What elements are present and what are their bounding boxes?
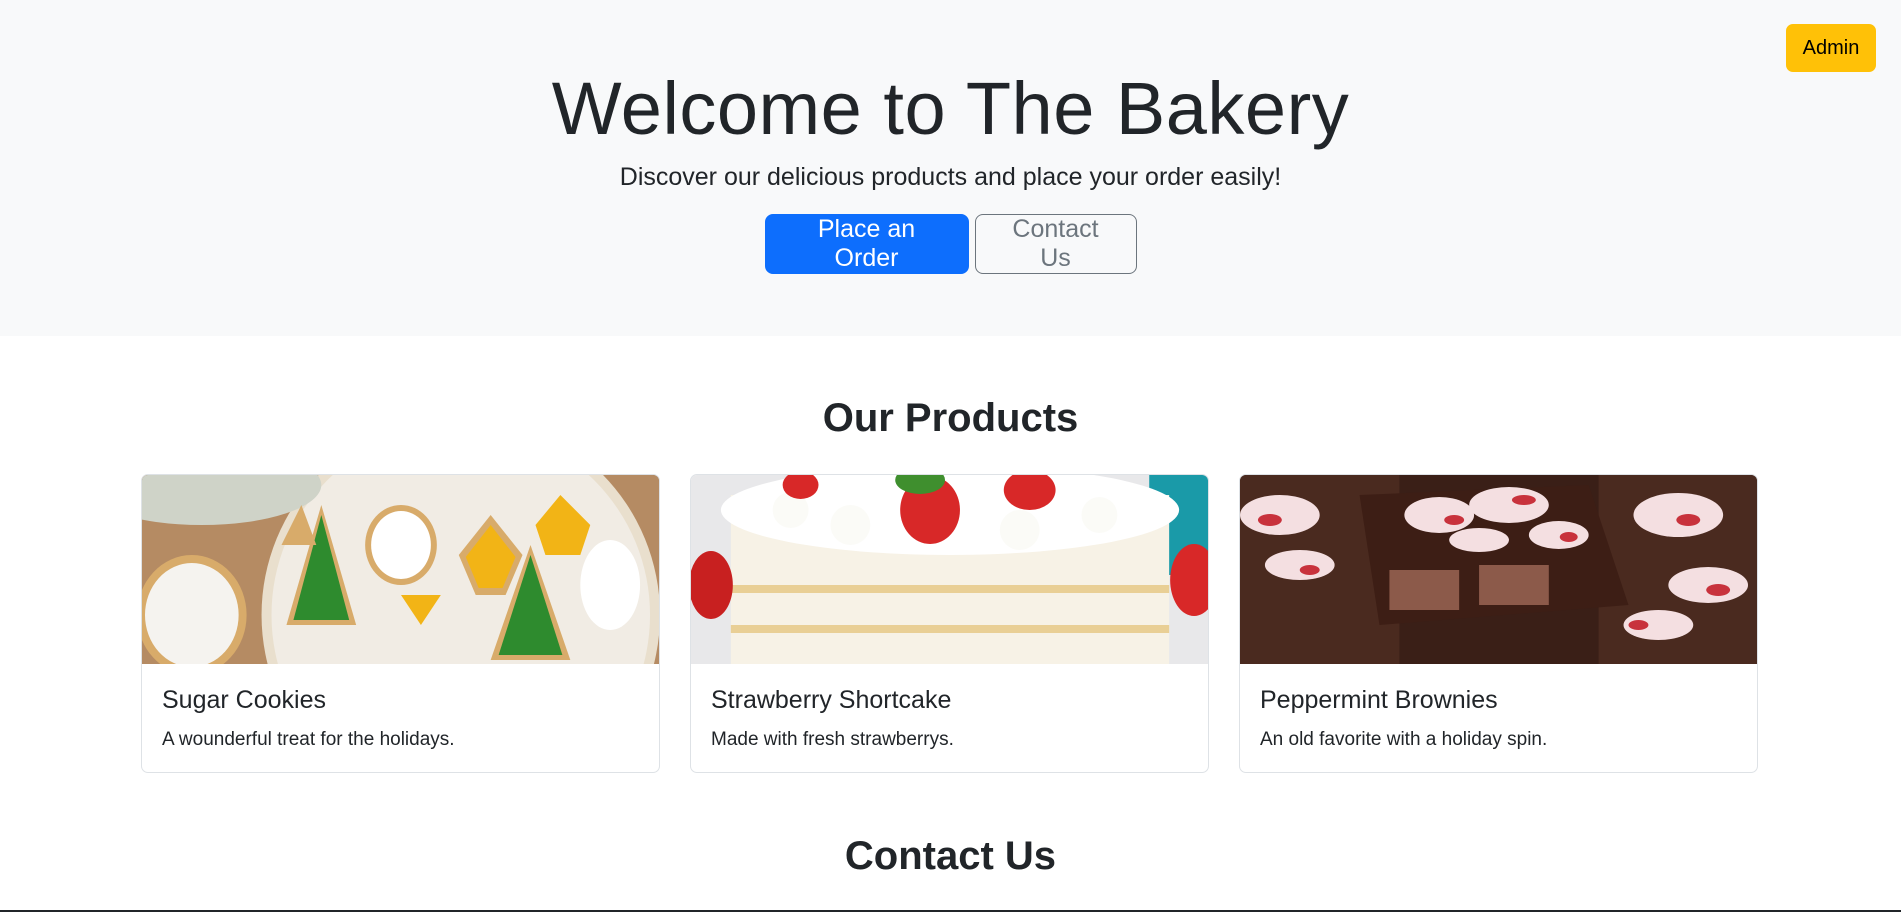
sugar-cookies-image [142, 475, 659, 664]
product-title: Sugar Cookies [162, 686, 326, 714]
product-card: Strawberry Shortcake Made with fresh str… [690, 474, 1209, 773]
product-title: Strawberry Shortcake [711, 686, 952, 714]
product-description: A wounderful treat for the holidays. [162, 729, 455, 750]
hero-lead: Discover our delicious products and plac… [619, 163, 1282, 191]
hero-section: Admin Welcome to The Bakery Discover our… [0, 0, 1901, 336]
contact-heading: Contact Us [844, 834, 1057, 878]
product-card: Peppermint Brownies An old favorite with… [1239, 474, 1758, 773]
product-card: Sugar Cookies A wounderful treat for the… [141, 474, 660, 773]
place-order-button[interactable]: Place an Order [764, 214, 969, 274]
hero-actions: Place an Order Contact Us [0, 214, 1901, 274]
product-cards: Sugar Cookies A wounderful treat for the… [141, 474, 1758, 773]
strawberry-shortcake-image [691, 475, 1208, 664]
product-description: Made with fresh strawberrys. [711, 729, 954, 750]
contact-us-button[interactable]: Contact Us [974, 214, 1137, 274]
peppermint-brownies-image [1240, 475, 1757, 664]
product-description: An old favorite with a holiday spin. [1260, 729, 1548, 750]
product-title: Peppermint Brownies [1260, 686, 1498, 714]
products-heading: Our Products [822, 396, 1079, 440]
page-title: Welcome to The Bakery [551, 67, 1350, 150]
